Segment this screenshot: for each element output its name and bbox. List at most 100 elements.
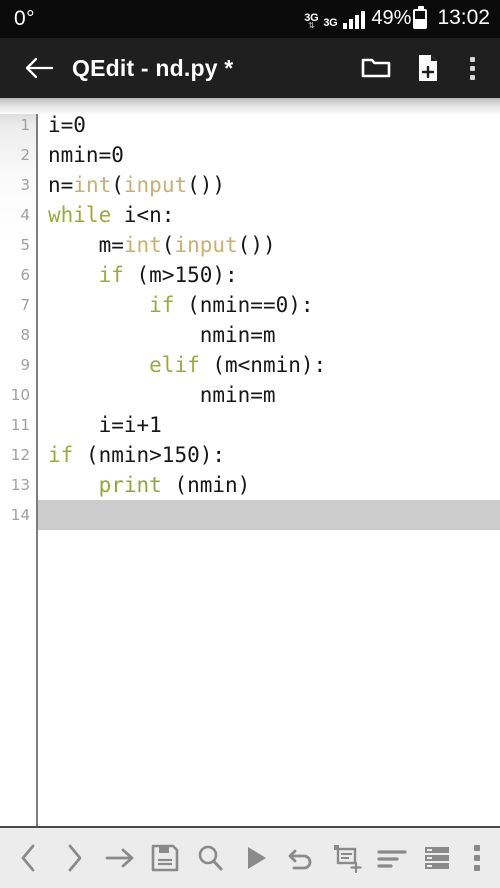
back-button[interactable] (18, 47, 60, 89)
code-token: elif (149, 353, 200, 377)
code-token: int (123, 233, 162, 257)
battery-percent-label: 49% (371, 7, 412, 29)
signal-strength-icon (343, 11, 366, 32)
network-indicators: 3G ⇅ 3G (304, 13, 337, 32)
code-line[interactable]: print (nmin) (38, 470, 500, 500)
code-token: (m>150): (123, 263, 238, 287)
code-line[interactable]: nmin=m (38, 380, 500, 410)
open-folder-button[interactable] (352, 44, 400, 92)
code-line[interactable]: nmin=m (38, 320, 500, 350)
code-line[interactable]: if (m>150): (38, 260, 500, 290)
magnifier-search-icon (196, 844, 224, 872)
bottom-toolbar (0, 828, 500, 888)
code-token: (nmin>150): (73, 443, 226, 467)
indent-tab-button[interactable] (97, 830, 142, 886)
line-number: 11 (10, 416, 30, 434)
page-title: QEdit - nd.py * (72, 54, 234, 81)
code-token: input (174, 233, 238, 257)
line-number: 1 (20, 116, 30, 134)
status-bar-left-text: 0° (14, 7, 36, 30)
overflow-menu-icon-dot (474, 855, 481, 861)
code-token: ()) (187, 173, 226, 197)
clock-label: 13:02 (437, 6, 490, 29)
code-token: input (123, 173, 188, 197)
play-run-icon (243, 844, 269, 872)
code-token: (m<nmin): (199, 353, 327, 377)
list-view-button[interactable] (415, 830, 460, 886)
code-token: (nmin==0): (174, 293, 314, 317)
code-token: nmin=m (48, 383, 276, 407)
network-secondary-label: 3G (323, 17, 338, 29)
line-number: 14 (10, 506, 30, 524)
code-text-area[interactable]: i=0 nmin=0 n=int(input()) while i<n: m=int(… (38, 98, 500, 826)
code-line[interactable]: i=0 (38, 110, 500, 140)
toolbar-overflow-button[interactable] (460, 830, 494, 886)
chevron-right-icon (63, 843, 85, 873)
undo-arrow-icon (287, 844, 315, 872)
run-button[interactable] (233, 830, 278, 886)
new-file-icon (415, 53, 441, 83)
code-token: while (48, 203, 112, 227)
line-number: 6 (20, 266, 30, 284)
line-number: 4 (20, 206, 30, 224)
line-number: 7 (20, 296, 30, 314)
code-token: nmin=0 (48, 143, 124, 167)
chevron-left-icon (18, 843, 40, 873)
code-token: i<n: (111, 203, 175, 227)
title-bar-overflow-button[interactable] (456, 44, 488, 92)
prev-button[interactable] (6, 830, 51, 886)
code-line[interactable]: elif (m<nmin): (38, 350, 500, 380)
overflow-menu-icon (469, 56, 475, 62)
code-line[interactable]: nmin=0 (38, 140, 500, 170)
code-token: m= (48, 233, 124, 257)
status-bar-indicators: 3G ⇅ 3G 49% 13:02 (304, 5, 490, 32)
line-number: 2 (20, 146, 30, 164)
back-arrow-icon (24, 56, 54, 80)
save-button[interactable] (142, 830, 187, 886)
line-number: 8 (20, 326, 30, 344)
battery-indicator: 49% (371, 5, 428, 32)
window-plus-icon (332, 843, 362, 873)
line-number: 10 (10, 386, 30, 404)
battery-icon (413, 5, 428, 29)
code-token: ( (111, 173, 124, 197)
code-token: ()) (237, 233, 276, 257)
code-token: print (98, 473, 162, 497)
line-number: 12 (10, 446, 30, 464)
network-primary: 3G ⇅ (304, 13, 318, 30)
code-line[interactable]: while i<n: (38, 200, 500, 230)
new-snippet-button[interactable] (324, 830, 369, 886)
code-editor[interactable]: 1 2 3 4 5 6 7 8 9 10 11 12 13 14 i=0 nmin=0 n=int(input… (0, 98, 500, 828)
code-line[interactable]: n=int(input()) (38, 170, 500, 200)
network-secondary: 3G (323, 18, 337, 29)
code-line[interactable]: m=int(input()) (38, 230, 500, 260)
undo-button[interactable] (278, 830, 323, 886)
code-line[interactable]: if (nmin>150): (38, 440, 500, 470)
format-align-button[interactable] (369, 830, 414, 886)
arrow-right-icon (104, 845, 136, 871)
line-number-gutter: 1 2 3 4 5 6 7 8 9 10 11 12 13 14 (0, 98, 38, 826)
overflow-menu-icon-dot (469, 65, 475, 71)
line-number: 13 (10, 476, 30, 494)
code-token: n= (48, 173, 74, 197)
title-bar-actions (352, 44, 488, 92)
search-button[interactable] (188, 830, 233, 886)
code-line[interactable] (38, 500, 500, 530)
title-bar: QEdit - nd.py * (0, 38, 500, 98)
overflow-menu-icon-dot (474, 865, 481, 871)
overflow-menu-icon-dot (469, 74, 475, 80)
code-line[interactable]: i=i+1 (38, 410, 500, 440)
floppy-save-icon (151, 844, 179, 872)
align-left-icon (377, 846, 407, 870)
code-line[interactable]: if (nmin==0): (38, 290, 500, 320)
code-token: ( (161, 233, 175, 257)
data-transfer-arrows-icon: ⇅ (307, 21, 315, 30)
code-token: int (73, 173, 112, 197)
code-token: i=i+1 (48, 413, 162, 437)
folder-icon (361, 55, 391, 81)
new-file-button[interactable] (404, 44, 452, 92)
code-token: i=0 (48, 113, 86, 137)
next-button[interactable] (51, 830, 96, 886)
